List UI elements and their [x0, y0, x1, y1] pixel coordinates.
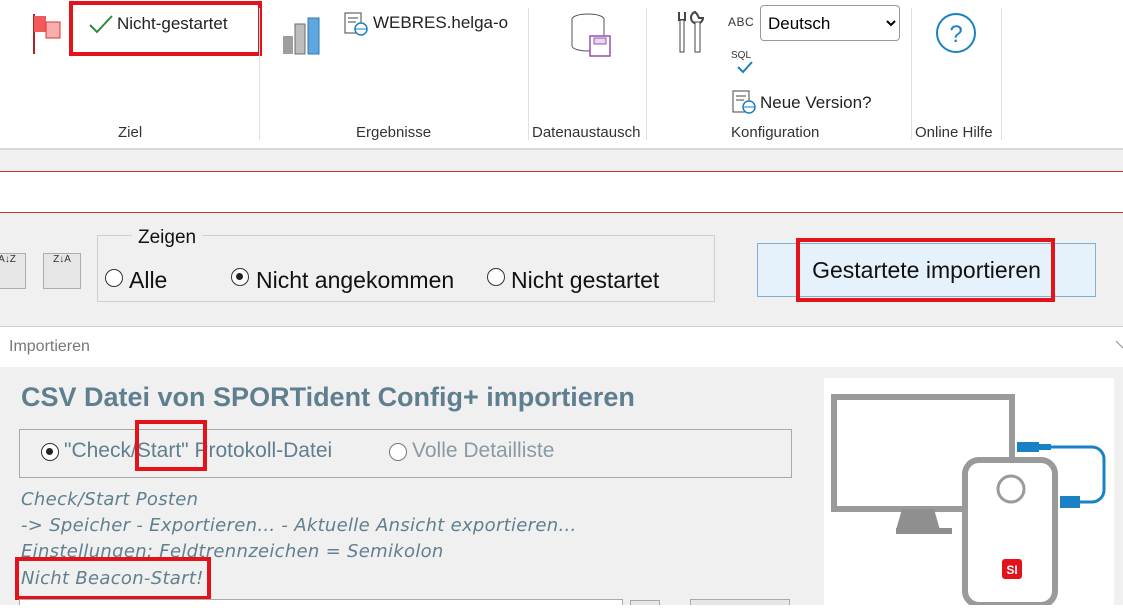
info-line-1: Check/Start Posten — [21, 489, 199, 510]
web-document-icon — [732, 90, 756, 114]
tools-icon[interactable] — [673, 10, 707, 56]
dialog-title: Importieren — [9, 338, 90, 355]
webres-file-label: WEBRES.helga-o — [373, 13, 509, 32]
sort-za-icon: Z↓A — [53, 254, 71, 265]
ribbon-border — [0, 148, 1123, 150]
bar-chart-icon[interactable] — [281, 14, 323, 56]
abc-spellcheck-icon[interactable]: ABC — [728, 15, 754, 29]
info-line-4: Nicht Beacon-Start! — [21, 568, 204, 589]
ziel-status-label: Nicht-gestartet — [117, 14, 228, 33]
sort-za-button[interactable]: Z↓A — [43, 253, 81, 289]
ribbon: Nicht-gestartet Ziel WEBRES.helga-o Erge… — [0, 0, 1123, 148]
group-label-konfiguration: Konfiguration — [731, 124, 820, 141]
file-path-input[interactable] — [19, 599, 623, 605]
separator — [528, 8, 529, 140]
separator — [646, 8, 647, 140]
radio-nicht-angekommen-label: Nicht angekommen — [256, 267, 455, 293]
sql-check-button[interactable]: SQL — [728, 50, 758, 80]
group-label-ergebnisse: Ergebnisse — [356, 124, 432, 141]
si-logo-text: SI — [1006, 563, 1017, 577]
separator — [911, 8, 912, 140]
radio-circle — [389, 443, 407, 461]
gestartete-importieren-button[interactable]: Gestartete importieren — [757, 243, 1096, 297]
radio-check-start-label: "Check/Start" Protokoll-Datei — [64, 439, 333, 462]
checkmark-icon — [89, 15, 113, 34]
white-strip — [0, 172, 1123, 212]
radio-check-start[interactable]: "Check/Start" Protokoll-Datei — [40, 437, 370, 469]
help-icon-glyph: ? — [949, 21, 962, 48]
zeigen-title: Zeigen — [132, 227, 203, 249]
dialog-titlebar: Importieren — [0, 327, 1123, 367]
radio-nicht-gestartet-label: Nicht gestartet — [511, 267, 660, 293]
separator — [259, 8, 260, 140]
group-label-datenaustausch: Datenaustausch — [532, 124, 641, 141]
radio-circle — [105, 269, 123, 287]
radio-volle-detailliste-label: Volle Detailliste — [412, 439, 555, 462]
webres-file-button[interactable]: WEBRES.helga-o — [342, 10, 522, 38]
import-action-button[interactable] — [690, 599, 790, 605]
separator — [1001, 8, 1002, 140]
sort-az-icon: A↓Z — [0, 254, 16, 265]
close-icon[interactable] — [1114, 339, 1123, 355]
ziel-status-button[interactable]: Nicht-gestartet — [84, 8, 256, 42]
radio-volle-detailliste[interactable]: Volle Detailliste — [388, 437, 588, 469]
red-line-top — [0, 171, 1123, 172]
dialog-heading: CSV Datei von SPORTident Config+ importi… — [21, 382, 635, 412]
device-illustration: SI — [824, 378, 1114, 608]
radio-circle-selected — [41, 443, 59, 461]
radio-nicht-angekommen[interactable]: Nicht angekommen — [230, 264, 470, 296]
database-save-icon[interactable] — [568, 12, 616, 60]
radio-circle-selected — [231, 268, 249, 286]
new-version-label: Neue Version? — [760, 93, 872, 112]
group-label-online-hilfe: Online Hilfe — [915, 124, 993, 141]
new-version-button[interactable]: Neue Version? — [730, 88, 890, 116]
radio-alle[interactable]: Alle — [104, 264, 184, 296]
info-line-3: Einstellungen: Feldtrennzeichen = Semiko… — [21, 541, 444, 562]
computer-si-device-icon: SI — [831, 394, 1106, 608]
flag-icon[interactable] — [28, 10, 64, 56]
group-label-ziel: Ziel — [118, 124, 143, 141]
sort-az-button[interactable]: A↓Z — [0, 253, 26, 289]
info-line-2: -> Speicher - Exportieren... - Aktuelle … — [21, 515, 577, 536]
import-dialog: Importieren CSV Datei von SPORTident Con… — [0, 326, 1123, 608]
browse-button[interactable] — [630, 600, 660, 605]
red-line-bottom — [0, 212, 1123, 213]
radio-nicht-gestartet[interactable]: Nicht gestartet — [486, 264, 686, 296]
web-document-icon — [344, 12, 368, 36]
help-icon[interactable]: ? — [935, 12, 979, 56]
radio-circle — [487, 268, 505, 286]
radio-alle-label: Alle — [129, 267, 168, 293]
language-select[interactable]: Deutsch — [760, 5, 900, 41]
sql-check-icon — [737, 61, 753, 74]
